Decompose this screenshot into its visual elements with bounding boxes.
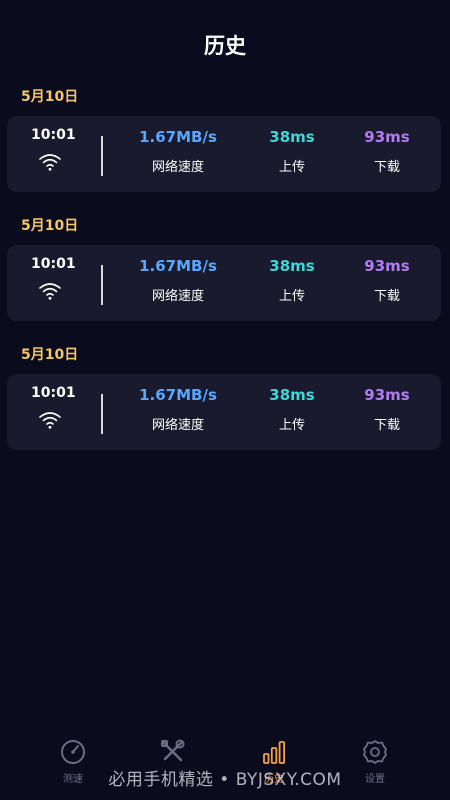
- upload-value: 38ms: [269, 386, 315, 404]
- gear-icon: [363, 740, 387, 764]
- speed-label: 网络速度: [151, 289, 204, 304]
- speed-value: 1.67MB/s: [139, 257, 217, 275]
- download-label: 下载: [373, 418, 400, 433]
- speed-label: 网络速度: [151, 160, 204, 175]
- download-value: 93ms: [364, 128, 410, 146]
- history-card[interactable]: 10:01 1.67MB/s 网络速度 38ms 上传 93ms 下载: [7, 374, 441, 450]
- history-date: 5月10日: [21, 347, 79, 363]
- watermark: 必用手机精选 • BYJSXY.COM: [108, 770, 342, 790]
- upload-metric: 38ms 上传: [252, 386, 332, 433]
- upload-value: 38ms: [269, 257, 315, 275]
- tools-icon: [161, 739, 185, 762]
- history-date: 5月10日: [21, 218, 79, 234]
- download-metric: 93ms 下载: [347, 257, 427, 304]
- download-label: 下载: [373, 289, 400, 304]
- wifi-icon: [39, 283, 61, 300]
- history-time: 10:01: [31, 256, 76, 272]
- page-title: 历史: [204, 34, 246, 58]
- download-value: 93ms: [364, 386, 410, 404]
- upload-label: 上传: [278, 289, 305, 304]
- card-divider: [101, 136, 103, 176]
- upload-metric: 38ms 上传: [252, 257, 332, 304]
- card-divider: [101, 394, 103, 434]
- speed-metric: 1.67MB/s 网络速度: [133, 386, 223, 433]
- history-time: 10:01: [31, 127, 76, 143]
- speed-value: 1.67MB/s: [139, 128, 217, 146]
- speed-value: 1.67MB/s: [139, 386, 217, 404]
- history-time: 10:01: [31, 385, 76, 401]
- download-metric: 93ms 下载: [347, 128, 427, 175]
- card-divider: [101, 265, 103, 305]
- upload-label: 上传: [278, 418, 305, 433]
- bar-chart-icon: [263, 741, 286, 764]
- history-card[interactable]: 10:01 1.67MB/s 网络速度 38ms 上传 93ms 下载: [7, 116, 441, 192]
- wifi-icon: [39, 154, 61, 171]
- upload-value: 38ms: [269, 128, 315, 146]
- wifi-icon: [39, 412, 61, 429]
- upload-metric: 38ms 上传: [252, 128, 332, 175]
- download-metric: 93ms 下载: [347, 386, 427, 433]
- history-date: 5月10日: [21, 89, 79, 105]
- history-card[interactable]: 10:01 1.67MB/s 网络速度 38ms 上传 93ms 下载: [7, 245, 441, 321]
- download-value: 93ms: [364, 257, 410, 275]
- upload-label: 上传: [278, 160, 305, 175]
- download-label: 下载: [373, 160, 400, 175]
- speed-label: 网络速度: [151, 418, 204, 433]
- speedometer-icon: [61, 740, 85, 764]
- speed-metric: 1.67MB/s 网络速度: [133, 257, 223, 304]
- speed-metric: 1.67MB/s 网络速度: [133, 128, 223, 175]
